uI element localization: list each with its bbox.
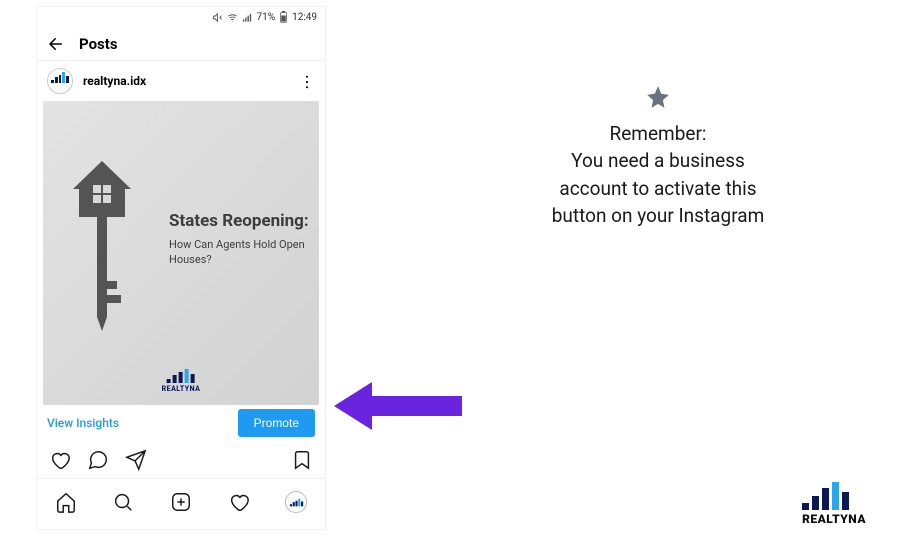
post-image-logo: REALTYNA	[162, 369, 201, 393]
promote-row: View Insights Promote	[37, 405, 325, 441]
house-key-icon	[67, 161, 137, 361]
like-icon[interactable]	[49, 449, 71, 471]
phone-frame: 71% 12:49 Posts realtyna.idx ⋯	[36, 6, 326, 530]
post-image[interactable]: States Reopening: How Can Agents Hold Op…	[43, 101, 319, 405]
footer-logo-bars	[802, 482, 866, 510]
nav-activity-icon[interactable]	[228, 491, 250, 513]
comment-icon[interactable]	[87, 449, 109, 471]
wifi-icon	[227, 12, 238, 23]
tip-body-2: account to activate this	[528, 175, 788, 203]
tip-block: Remember: You need a business account to…	[528, 84, 788, 230]
battery-icon	[279, 11, 288, 23]
post-username[interactable]: realtyna.idx	[83, 74, 290, 88]
avatar[interactable]	[47, 68, 73, 94]
post-image-overlay: States Reopening: How Can Agents Hold Op…	[169, 211, 309, 268]
signal-icon	[242, 12, 253, 23]
nav-new-post-icon[interactable]	[170, 491, 192, 513]
bottom-nav	[37, 479, 325, 525]
callout-arrow-icon	[332, 380, 462, 432]
promote-button[interactable]: Promote	[238, 409, 315, 437]
page-title: Posts	[79, 35, 118, 53]
action-icons-row	[37, 441, 325, 479]
star-icon	[645, 84, 671, 110]
more-options-icon[interactable]: ⋯	[298, 74, 317, 89]
battery-text: 71%	[257, 12, 276, 23]
nav-home-icon[interactable]	[55, 491, 77, 513]
tip-body-3: button on your Instagram	[528, 202, 788, 230]
post-image-subtitle: How Can Agents Hold Open Houses?	[169, 237, 309, 268]
nav-search-icon[interactable]	[112, 491, 134, 513]
mute-icon	[212, 12, 223, 23]
post-image-title: States Reopening:	[169, 211, 309, 231]
nav-profile-icon[interactable]	[285, 491, 307, 513]
back-icon[interactable]	[47, 35, 65, 53]
tip-body-1: You need a business	[528, 147, 788, 175]
footer-brand: REALTYNA	[802, 512, 866, 526]
share-icon[interactable]	[125, 449, 147, 471]
bookmark-icon[interactable]	[291, 449, 313, 471]
status-bar: 71% 12:49	[37, 7, 325, 27]
app-bar: Posts	[37, 27, 325, 61]
avatar-logo	[51, 72, 69, 90]
footer-logo: REALTYNA	[802, 482, 866, 526]
tip-heading: Remember:	[528, 122, 788, 145]
view-insights-link[interactable]: View Insights	[47, 416, 119, 430]
clock-text: 12:49	[292, 12, 317, 23]
post-header: realtyna.idx ⋯	[37, 61, 325, 101]
post-image-brand: REALTYNA	[162, 385, 201, 393]
